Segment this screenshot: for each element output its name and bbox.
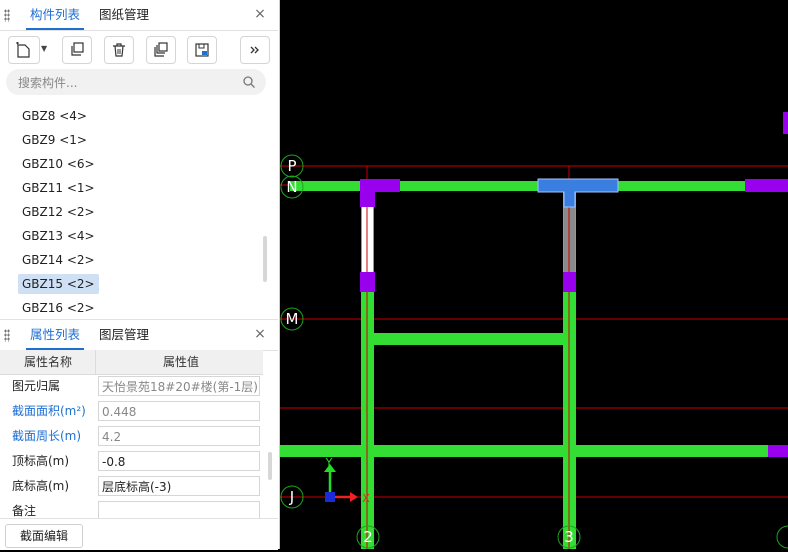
canvas-background [280,0,788,549]
double-chevron-right-icon [250,46,259,54]
column-gbz[interactable] [360,272,375,292]
property-value-field[interactable]: 4.2 [98,426,260,446]
new-component-button[interactable] [8,36,40,64]
chevron-down-icon[interactable]: ▼ [41,44,47,53]
bottom-button-bar: 截面编辑 [0,518,278,550]
wall-lower[interactable] [280,445,788,457]
column-gbz[interactable] [745,179,788,192]
property-value-field[interactable]: 0.448 [98,401,260,421]
component-search [6,69,266,95]
property-name: 截面面积(m²) [12,404,86,418]
component-panel-tabbar: 构件列表 图纸管理 × [0,0,278,31]
header-property-name: 属性名称 [24,355,73,369]
trash-icon [113,43,125,57]
property-row: 截面面积(m²) 0.448 [0,399,263,423]
copy-icon [71,42,84,56]
close-icon[interactable]: × [252,326,268,342]
duplicate-layer-button[interactable] [146,36,176,64]
axis-label-2: 2 [363,528,373,546]
property-name: 底标高(m) [12,479,70,493]
drawing-canvas[interactable]: P N M J 2 3 Y X [280,0,788,549]
list-item[interactable]: GBZ14 <2> [18,250,99,270]
new-file-icon [16,42,30,58]
property-scrollbar[interactable] [268,452,272,480]
delete-component-button[interactable] [104,36,134,64]
ucs-origin-icon [325,492,335,502]
save-component-button[interactable] [187,36,217,64]
close-icon[interactable]: × [252,6,268,22]
property-row: 底标高(m) 层底标高(-3) [0,474,263,498]
property-name: 截面周长(m) [12,429,82,443]
list-item-selected[interactable]: GBZ15 <2> [18,274,99,294]
list-item[interactable]: GBZ10 <6> [18,154,99,174]
copy-component-button[interactable] [62,36,92,64]
property-table-header: 属性名称 属性值 [0,350,263,375]
axis-label-3: 3 [564,528,574,546]
list-item[interactable]: GBZ11 <1> [18,178,99,198]
search-icon[interactable] [242,75,256,89]
property-panel-tabbar: 属性列表 图层管理 × [0,319,278,351]
more-tools-button[interactable] [240,36,270,64]
tab-component-list[interactable]: 构件列表 [26,0,85,30]
column-gbz[interactable] [563,272,576,292]
wall-middle[interactable] [368,333,566,345]
drag-handle-icon[interactable] [4,9,10,22]
property-row: 截面周长(m) 4.2 [0,424,263,448]
header-property-value: 属性值 [163,355,200,369]
drag-handle-icon[interactable] [4,329,10,342]
column-gbz[interactable] [783,112,788,134]
left-panel: 构件列表 图纸管理 × ▼ 搜索构件... GBZ8 <4> GBZ9 <1> … [0,0,280,550]
axis-label-p: P [287,157,296,175]
header-divider [95,350,96,374]
property-value-field[interactable]: 天怡景苑18#20#楼(第-1层) [98,376,260,396]
tab-layer-management[interactable]: 图层管理 [95,320,153,350]
axis-label-j: J [289,488,294,506]
axis-label-n: N [286,178,297,196]
tab-property-list[interactable]: 属性列表 [26,320,85,350]
section-edit-button[interactable]: 截面编辑 [5,524,83,548]
property-row: 图元归属 天怡景苑18#20#楼(第-1层) [0,374,263,398]
layers-copy-icon [154,42,168,57]
list-item[interactable]: GBZ16 <2> [18,298,99,316]
list-item[interactable]: GBZ9 <1> [18,130,91,150]
property-value-field[interactable]: 层底标高(-3) [98,476,260,496]
structure-drawing[interactable]: P N M J 2 3 Y X [280,0,788,549]
list-item[interactable]: GBZ12 <2> [18,202,99,222]
component-toolbar: ▼ [0,34,278,66]
list-item[interactable]: GBZ8 <4> [18,106,91,126]
tab-drawing-management[interactable]: 图纸管理 [95,0,153,30]
property-name: 图元归属 [12,379,61,393]
search-input[interactable] [16,73,230,93]
ucs-y-label: Y [325,456,333,469]
column-gbz[interactable] [768,445,788,457]
column-gbz[interactable] [360,192,375,207]
list-scrollbar[interactable] [263,236,267,282]
component-list: GBZ8 <4> GBZ9 <1> GBZ10 <6> GBZ11 <1> GB… [0,104,262,316]
ucs-x-label: X [362,492,370,505]
list-item[interactable]: GBZ13 <4> [18,226,99,246]
property-name: 顶标高(m) [12,454,70,468]
column-gbz[interactable] [360,179,400,192]
property-value-field[interactable]: -0.8 [98,451,260,471]
save-icon [195,43,209,57]
property-row: 顶标高(m) -0.8 [0,449,263,473]
axis-label-m: M [286,310,299,328]
